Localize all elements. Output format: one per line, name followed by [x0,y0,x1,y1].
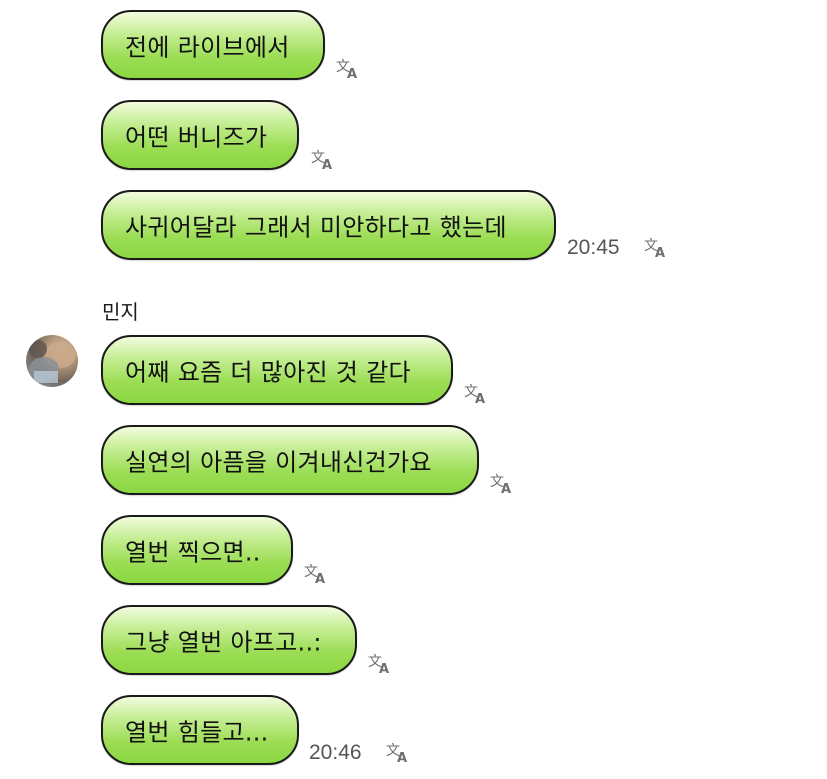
translate-icon[interactable]: 文A [367,651,395,675]
avatar[interactable] [26,335,78,387]
message-text: 사귀어달라 그래서 미안하다고 했는데 [125,213,507,242]
translate-glyph-latin: A [379,662,389,675]
message-timestamp: 20:46 [309,741,362,764]
message-bubble[interactable]: 어떤 버니즈가 [101,100,299,170]
translate-glyph-latin: A [475,392,485,405]
message-text: 열번 힘들고... [125,718,269,747]
translate-glyph-latin: A [322,158,332,171]
message-text: 어떤 버니즈가 [125,123,268,152]
message-timestamp: 20:45 [567,236,620,259]
message-bubble[interactable]: 실연의 아픔을 이겨내신건가요 [101,425,479,495]
translate-icon[interactable]: 文A [303,561,331,585]
translate-icon[interactable]: 文A [385,740,413,764]
avatar-image [29,340,76,383]
sender-name: 민지 [102,300,139,324]
message-text: 전에 라이브에서 [125,33,290,62]
message-bubble[interactable]: 열번 찍으면.. [101,515,293,585]
message-text: 실연의 아픔을 이겨내신건가요 [125,448,432,477]
translate-icon[interactable]: 文A [489,471,517,495]
message-bubble[interactable]: 전에 라이브에서 [101,10,325,80]
message-text: 열번 찍으면.. [125,538,261,567]
translate-glyph-latin: A [501,482,511,495]
chat-view[interactable]: 전에 라이브에서 文A 어떤 버니즈가 文A 사귀어달라 그래서 미안하다고 했… [0,0,827,779]
translate-icon[interactable]: 文A [643,235,671,259]
translate-glyph-latin: A [347,67,357,80]
translate-icon[interactable]: 文A [310,147,338,171]
message-bubble[interactable]: 어째 요즘 더 많아진 것 같다 [101,335,453,405]
message-bubble[interactable]: 그냥 열번 아프고..: [101,605,357,675]
translate-glyph-latin: A [655,246,665,259]
translate-icon[interactable]: 文A [335,56,363,80]
message-text: 어째 요즘 더 많아진 것 같다 [125,358,411,387]
message-bubble[interactable]: 열번 힘들고... [101,695,299,765]
translate-glyph-latin: A [397,751,407,764]
message-text: 그냥 열번 아프고..: [125,628,322,657]
translate-icon[interactable]: 文A [463,381,491,405]
translate-glyph-latin: A [315,572,325,585]
message-bubble[interactable]: 사귀어달라 그래서 미안하다고 했는데 [101,190,556,260]
